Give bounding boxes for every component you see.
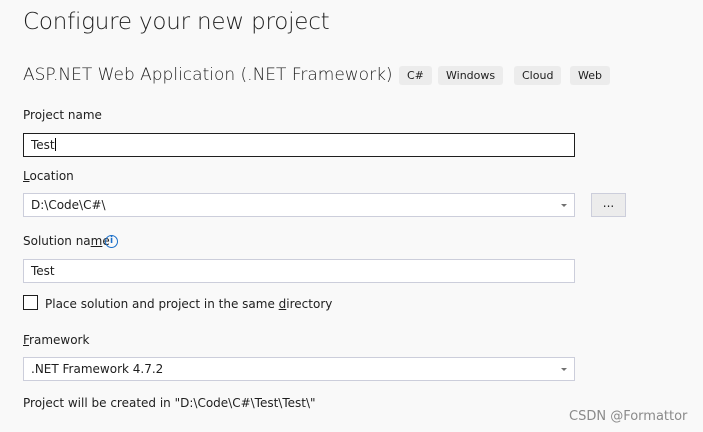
page-title: Configure your new project [23,9,330,35]
framework-label-text: ramework [29,333,90,347]
location-value: D:\Code\C#\ [31,198,106,212]
location-label: Location [23,169,74,183]
chevron-down-icon[interactable] [561,204,567,207]
solution-name-label-text: Solution na [23,234,91,248]
location-label-text: ocation [29,169,74,183]
template-name: ASP.NET Web Application (.NET Framework) [23,65,393,85]
watermark: CSDN @Formattor [569,409,688,424]
access-key: m [90,234,103,248]
solution-name-label: Solution name [23,234,110,248]
template-tag: Web [570,66,610,85]
solution-name-value: Test [31,264,55,278]
same-directory-label-text: Place solution and project in the same [45,297,279,311]
same-directory-label[interactable]: Place solution and project in the same d… [45,297,332,311]
project-name-value: Test [31,138,55,152]
template-tag: Windows [438,66,504,85]
text-cursor [54,138,56,151]
project-path-text: Project will be created in "D:\Code\C#\T… [23,396,316,410]
chevron-down-icon[interactable] [561,368,567,371]
template-tag: C# [399,66,432,85]
framework-label: Framework [23,333,89,347]
browse-button[interactable]: ... [591,193,626,217]
same-directory-checkbox[interactable] [23,295,38,310]
location-combobox[interactable]: D:\Code\C#\ [23,193,575,217]
project-name-label: Project name [23,108,102,122]
template-tag: Cloud [514,66,562,85]
framework-value: .NET Framework 4.7.2 [31,362,164,376]
project-name-input[interactable]: Test [23,133,575,157]
same-directory-label-text-end: irectory [286,297,333,311]
solution-name-input[interactable]: Test [23,259,575,283]
framework-combobox[interactable]: .NET Framework 4.7.2 [23,357,575,381]
info-icon[interactable]: i [105,235,118,248]
